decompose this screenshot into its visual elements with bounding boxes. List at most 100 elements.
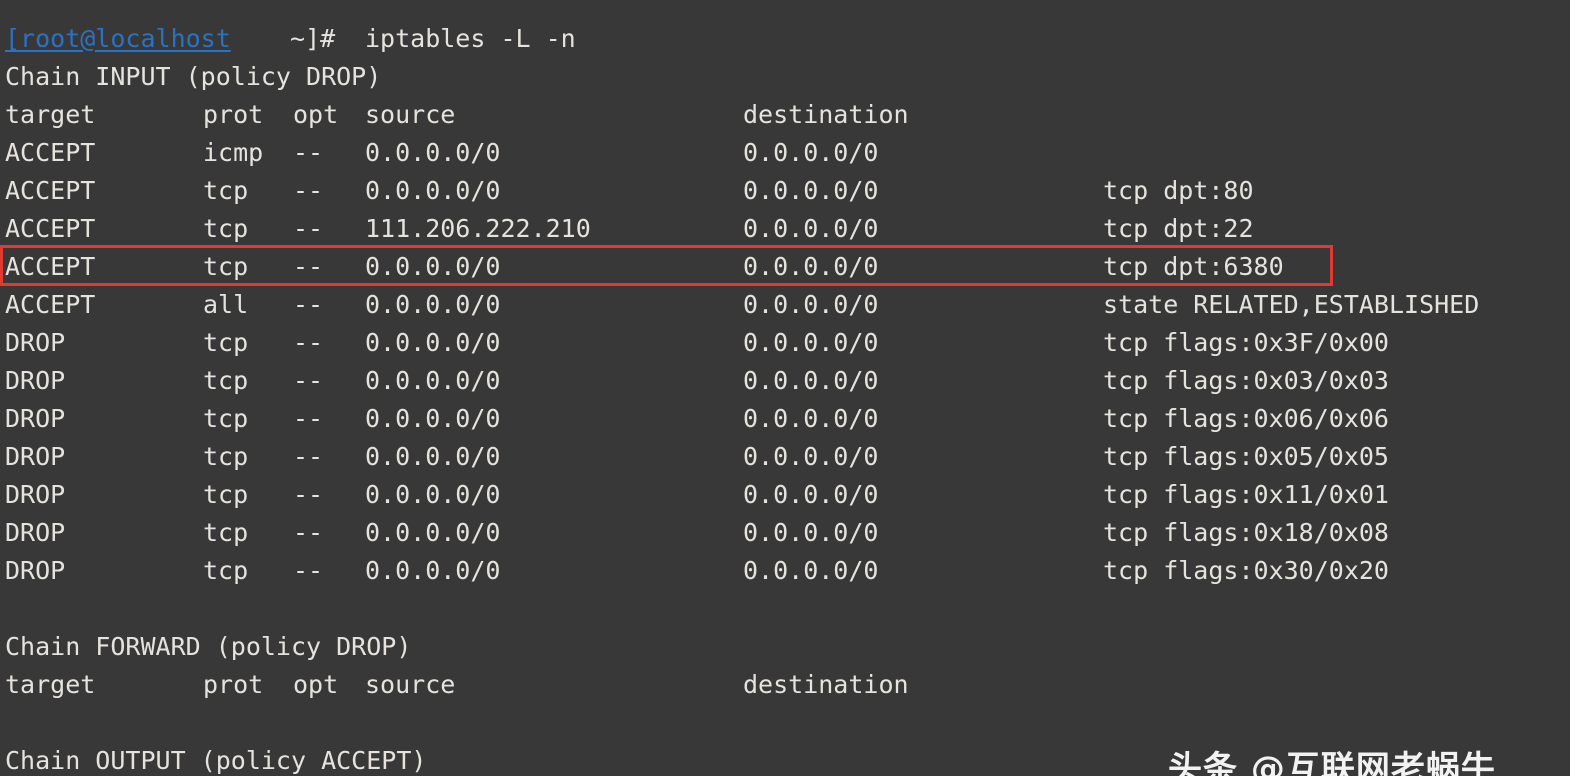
rule-prot: tcp [203, 404, 249, 433]
table-row: DROP tcp -- 0.0.0.0/0 0.0.0.0/0 tcp flag… [0, 362, 1570, 400]
rule-target: DROP [5, 328, 66, 357]
rule-destination: 0.0.0.0/0 [743, 442, 879, 471]
rule-prot: all [203, 290, 249, 319]
rule-extra: tcp flags:0x05/0x05 [1103, 442, 1389, 471]
rule-destination: 0.0.0.0/0 [743, 404, 879, 433]
rule-source: 0.0.0.0/0 [365, 556, 501, 585]
rule-prot: icmp [203, 138, 264, 167]
rule-prot: tcp [203, 176, 249, 205]
chain-heading-input: Chain INPUT (policy DROP) [0, 58, 1570, 96]
rule-source: 111.206.222.210 [365, 214, 591, 243]
rule-target: DROP [5, 480, 66, 509]
rule-target: DROP [5, 366, 66, 395]
rule-source: 0.0.0.0/0 [365, 252, 501, 281]
rule-target: ACCEPT [5, 138, 96, 167]
table-row: DROP tcp -- 0.0.0.0/0 0.0.0.0/0 tcp flag… [0, 438, 1570, 476]
rule-target: ACCEPT [5, 176, 96, 205]
rule-destination: 0.0.0.0/0 [743, 138, 879, 167]
table-row: ACCEPT all -- 0.0.0.0/0 0.0.0.0/0 state … [0, 286, 1570, 324]
rule-opt: -- [293, 556, 324, 585]
prompt-suffix: ~]# [275, 24, 351, 53]
rule-target: DROP [5, 404, 66, 433]
column-header-opt: opt [293, 670, 339, 699]
column-header-target: target [5, 670, 96, 699]
rule-destination: 0.0.0.0/0 [743, 366, 879, 395]
table-row: ACCEPT icmp -- 0.0.0.0/0 0.0.0.0/0 [0, 134, 1570, 172]
rule-destination: 0.0.0.0/0 [743, 480, 879, 509]
rule-extra: state RELATED,ESTABLISHED [1103, 290, 1480, 319]
column-header-source: source [365, 670, 456, 699]
column-header-opt: opt [293, 100, 339, 129]
rule-destination: 0.0.0.0/0 [743, 290, 879, 319]
command-text: iptables -L -n [365, 24, 576, 53]
table-row: DROP tcp -- 0.0.0.0/0 0.0.0.0/0 tcp flag… [0, 400, 1570, 438]
rule-prot: tcp [203, 252, 249, 281]
chain-heading-forward: Chain FORWARD (policy DROP) [0, 628, 1570, 666]
terminal-line-prompt: [root@localhost ~]# iptables -L -n [0, 20, 1570, 58]
column-header-row-forward: target prot opt source destination [0, 666, 1570, 704]
rule-extra: tcp dpt:22 [1103, 214, 1254, 243]
rule-extra: tcp dpt:6380 [1103, 252, 1284, 281]
rule-extra: tcp flags:0x03/0x03 [1103, 366, 1389, 395]
rule-extra: tcp dpt:80 [1103, 176, 1254, 205]
table-row: DROP tcp -- 0.0.0.0/0 0.0.0.0/0 tcp flag… [0, 324, 1570, 362]
rule-source: 0.0.0.0/0 [365, 176, 501, 205]
prompt-user-host: [root@localhost [5, 24, 231, 53]
column-header-destination: destination [743, 670, 909, 699]
rule-opt: -- [293, 214, 324, 243]
column-header-prot: prot [203, 100, 264, 129]
rule-source: 0.0.0.0/0 [365, 480, 501, 509]
chain-heading-text: Chain INPUT (policy DROP) [5, 62, 382, 91]
watermark: 头条 @互联网老蜗牛 [1168, 748, 1570, 776]
chain-heading-text: Chain OUTPUT (policy ACCEPT) [5, 746, 427, 775]
chain-heading-text: Chain FORWARD (policy DROP) [5, 632, 412, 661]
table-row: DROP tcp -- 0.0.0.0/0 0.0.0.0/0 tcp flag… [0, 476, 1570, 514]
rule-extra: tcp flags:0x30/0x20 [1103, 556, 1389, 585]
column-header-destination: destination [743, 100, 909, 129]
rule-source: 0.0.0.0/0 [365, 328, 501, 357]
rule-target: DROP [5, 556, 66, 585]
rule-opt: -- [293, 328, 324, 357]
rule-prot: tcp [203, 518, 249, 547]
rule-destination: 0.0.0.0/0 [743, 214, 879, 243]
rule-opt: -- [293, 252, 324, 281]
column-header-source: source [365, 100, 456, 129]
rule-opt: -- [293, 138, 324, 167]
column-header-row-input: target prot opt source destination [0, 96, 1570, 134]
rule-target: ACCEPT [5, 214, 96, 243]
watermark-text: 头条 @互联网老蜗牛 [1168, 749, 1496, 776]
rule-extra: tcp flags:0x06/0x06 [1103, 404, 1389, 433]
rule-destination: 0.0.0.0/0 [743, 328, 879, 357]
rule-destination: 0.0.0.0/0 [743, 518, 879, 547]
table-row: DROP tcp -- 0.0.0.0/0 0.0.0.0/0 tcp flag… [0, 552, 1570, 590]
rule-destination: 0.0.0.0/0 [743, 556, 879, 585]
column-header-prot: prot [203, 670, 264, 699]
rule-source: 0.0.0.0/0 [365, 518, 501, 547]
rule-target: ACCEPT [5, 290, 96, 319]
table-row: ACCEPT tcp -- 0.0.0.0/0 0.0.0.0/0 tcp dp… [0, 172, 1570, 210]
table-row: ACCEPT tcp -- 111.206.222.210 0.0.0.0/0 … [0, 210, 1570, 248]
rule-extra: tcp flags:0x11/0x01 [1103, 480, 1389, 509]
rule-target: DROP [5, 518, 66, 547]
rule-source: 0.0.0.0/0 [365, 138, 501, 167]
table-row-highlighted: ACCEPT tcp -- 0.0.0.0/0 0.0.0.0/0 tcp dp… [0, 248, 1570, 286]
rule-source: 0.0.0.0/0 [365, 366, 501, 395]
rule-target: DROP [5, 442, 66, 471]
rule-destination: 0.0.0.0/0 [743, 176, 879, 205]
rule-extra: tcp flags:0x3F/0x00 [1103, 328, 1389, 357]
rule-opt: -- [293, 442, 324, 471]
rule-prot: tcp [203, 556, 249, 585]
rule-destination: 0.0.0.0/0 [743, 252, 879, 281]
column-header-target: target [5, 100, 96, 129]
rule-opt: -- [293, 480, 324, 509]
rule-opt: -- [293, 290, 324, 319]
rule-source: 0.0.0.0/0 [365, 290, 501, 319]
terminal-window[interactable]: [root@localhost ~]# iptables -L -n Chain… [0, 0, 1570, 776]
rule-opt: -- [293, 518, 324, 547]
rule-prot: tcp [203, 214, 249, 243]
rule-prot: tcp [203, 480, 249, 509]
rule-prot: tcp [203, 366, 249, 395]
rule-prot: tcp [203, 442, 249, 471]
rule-source: 0.0.0.0/0 [365, 442, 501, 471]
rule-prot: tcp [203, 328, 249, 357]
